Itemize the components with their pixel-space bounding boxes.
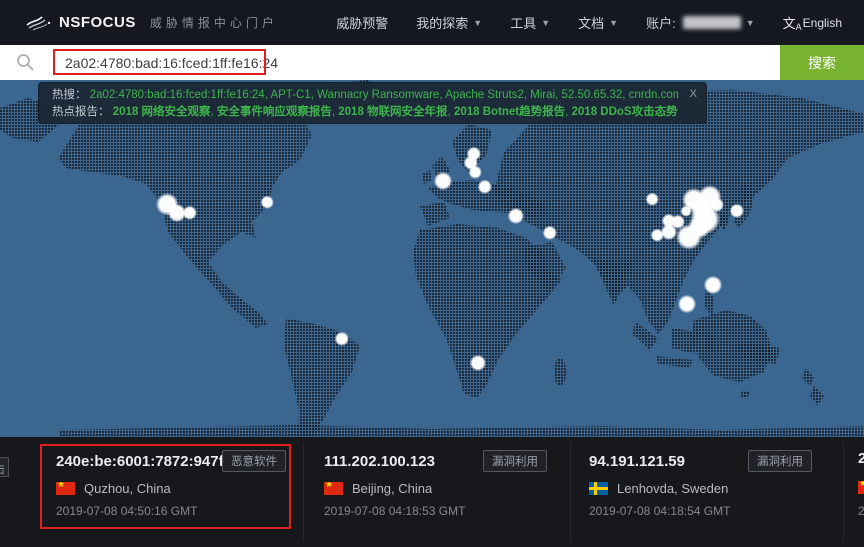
hot-link[interactable]: 2a02:4780:bad:16:fced:1ff:fe16:24 bbox=[90, 89, 265, 101]
nav-docs[interactable]: 文档▼ bbox=[578, 13, 618, 32]
search-input[interactable] bbox=[65, 45, 625, 80]
hot-reports-row: 热点报告： 2018 网络安全观察, 安全事件响应观察报告, 2018 物联网安… bbox=[52, 104, 678, 121]
close-icon[interactable]: X bbox=[690, 88, 697, 100]
hot-search-panel: 热搜： 2a02:4780:bad:16:fced:1ff:fe16:24, A… bbox=[38, 82, 707, 124]
flag-china-icon: ★ bbox=[324, 482, 343, 495]
hot-link[interactable]: 安全事件响应观察报告 bbox=[217, 106, 332, 118]
threat-marker bbox=[646, 193, 659, 206]
nsfocus-bird-icon bbox=[26, 13, 52, 33]
flag-china-icon: ★ bbox=[858, 481, 864, 494]
hot-link[interactable]: 2018 DDoS攻击态势报告 bbox=[572, 106, 678, 118]
logo[interactable]: NSFOCUS 威胁情报中心门户 bbox=[26, 13, 278, 33]
hot-report-links: 2018 网络安全观察, 安全事件响应观察报告, 2018 物联网安全年报, 2… bbox=[113, 106, 678, 118]
threat-marker bbox=[651, 229, 664, 242]
threat-world-map: 热搜： 2a02:4780:bad:16:fced:1ff:fe16:24, A… bbox=[0, 80, 864, 437]
partial-badge-left: 击 bbox=[0, 457, 9, 477]
hot-search-links: 2a02:4780:bad:16:fced:1ff:fe16:24, APT-C… bbox=[90, 89, 678, 101]
hot-reports-label: 热点报告： bbox=[52, 106, 110, 118]
chevron-down-icon: ▼ bbox=[609, 18, 618, 28]
hot-link[interactable]: 2018 网络安全观察 bbox=[113, 106, 211, 118]
event-card-1[interactable]: 240e:be:6001:7872:947f:... 恶意软件 ★ Quzhou… bbox=[56, 437, 286, 547]
nsfocus-portal: NSFOCUS 威胁情报中心门户 威胁预警 我的探索▼ 工具▼ 文档▼ 账户: … bbox=[0, 0, 864, 547]
search-button[interactable]: 搜索 bbox=[780, 45, 864, 80]
flag-sweden-icon bbox=[589, 482, 608, 495]
nav-my-exploration[interactable]: 我的探索▼ bbox=[416, 13, 482, 32]
ticker-divider bbox=[843, 442, 844, 542]
threat-marker bbox=[434, 172, 452, 190]
hot-link[interactable]: 52.50.65.32 bbox=[562, 89, 623, 101]
search-bar: 搜索 bbox=[0, 45, 864, 80]
hot-search-label: 热搜： bbox=[52, 89, 87, 101]
event-ip[interactable]: 24 bbox=[858, 450, 864, 467]
threat-marker bbox=[704, 276, 722, 294]
flag-china-icon: ★ bbox=[56, 482, 75, 495]
portal-subtitle: 威胁情报中心门户 bbox=[150, 14, 278, 31]
world-map-continents bbox=[0, 80, 864, 437]
account-label: 账户: bbox=[646, 13, 676, 32]
nav-threat-warning[interactable]: 威胁预警 bbox=[336, 13, 388, 32]
event-time: 20 bbox=[858, 504, 864, 518]
event-ticker: 击 240e:be:6001:7872:947f:... 恶意软件 ★ Quzh… bbox=[0, 437, 864, 547]
hot-link[interactable]: Apache Struts2 bbox=[445, 89, 524, 101]
main-nav: 威胁预警 我的探索▼ 工具▼ 文档▼ 账户: ▼ 文A English bbox=[308, 13, 842, 32]
event-type-badge: 漏洞利用 bbox=[748, 450, 812, 472]
nav-tools[interactable]: 工具▼ bbox=[510, 13, 550, 32]
event-ip[interactable]: 111.202.100.123 bbox=[324, 453, 435, 470]
hot-search-row: 热搜： 2a02:4780:bad:16:fced:1ff:fe16:24, A… bbox=[52, 87, 678, 104]
ticker-divider bbox=[303, 442, 304, 542]
event-location: Beijing, China bbox=[352, 481, 432, 496]
hot-link[interactable]: APT-C1 bbox=[270, 89, 310, 101]
event-location: Quzhou, China bbox=[84, 481, 171, 496]
hot-link[interactable]: 2018 Botnet趋势报告 bbox=[454, 106, 565, 118]
language-label: English bbox=[803, 16, 842, 30]
event-type-badge: 恶意软件 bbox=[222, 450, 286, 472]
threat-marker bbox=[261, 196, 274, 209]
chevron-down-icon: ▼ bbox=[541, 18, 550, 28]
account-name-redacted bbox=[683, 16, 741, 29]
hot-link[interactable]: Mirai bbox=[530, 89, 555, 101]
event-ip[interactable]: 240e:be:6001:7872:947f:... bbox=[56, 453, 222, 470]
hot-link[interactable]: 2018 物联网安全年报 bbox=[338, 106, 447, 118]
hot-link[interactable]: cnrdn.com bbox=[629, 89, 678, 101]
event-time: 2019-07-08 04:18:54 GMT bbox=[589, 504, 730, 518]
event-card-3[interactable]: 94.191.121.59 漏洞利用 Lenhovda, Sweden 2019… bbox=[589, 437, 812, 547]
ticker-divider bbox=[570, 442, 571, 542]
brand-name: NSFOCUS bbox=[59, 14, 136, 31]
event-type-badge: 漏洞利用 bbox=[483, 450, 547, 472]
language-icon: 文A bbox=[783, 13, 802, 32]
event-card-2[interactable]: 111.202.100.123 漏洞利用 ★ Beijing, China 20… bbox=[324, 437, 547, 547]
chevron-down-icon: ▼ bbox=[473, 18, 482, 28]
threat-marker bbox=[681, 206, 692, 217]
hot-link[interactable]: Wannacry Ransomware bbox=[317, 89, 439, 101]
event-ip[interactable]: 94.191.121.59 bbox=[589, 453, 685, 470]
event-time: 2019-07-08 04:18:53 GMT bbox=[324, 504, 465, 518]
threat-marker bbox=[469, 166, 482, 179]
language-toggle[interactable]: 文A English bbox=[783, 13, 842, 32]
search-icon bbox=[16, 53, 35, 72]
threat-marker bbox=[678, 295, 696, 313]
event-time: 2019-07-08 04:50:16 GMT bbox=[56, 504, 197, 518]
nav-account[interactable]: 账户: ▼ bbox=[646, 13, 755, 32]
chevron-down-icon: ▼ bbox=[746, 18, 755, 28]
header: NSFOCUS 威胁情报中心门户 威胁预警 我的探索▼ 工具▼ 文档▼ 账户: … bbox=[0, 0, 864, 45]
event-card-4-partial[interactable]: 24 ★ 20 bbox=[858, 437, 864, 547]
event-location: Lenhovda, Sweden bbox=[617, 481, 728, 496]
